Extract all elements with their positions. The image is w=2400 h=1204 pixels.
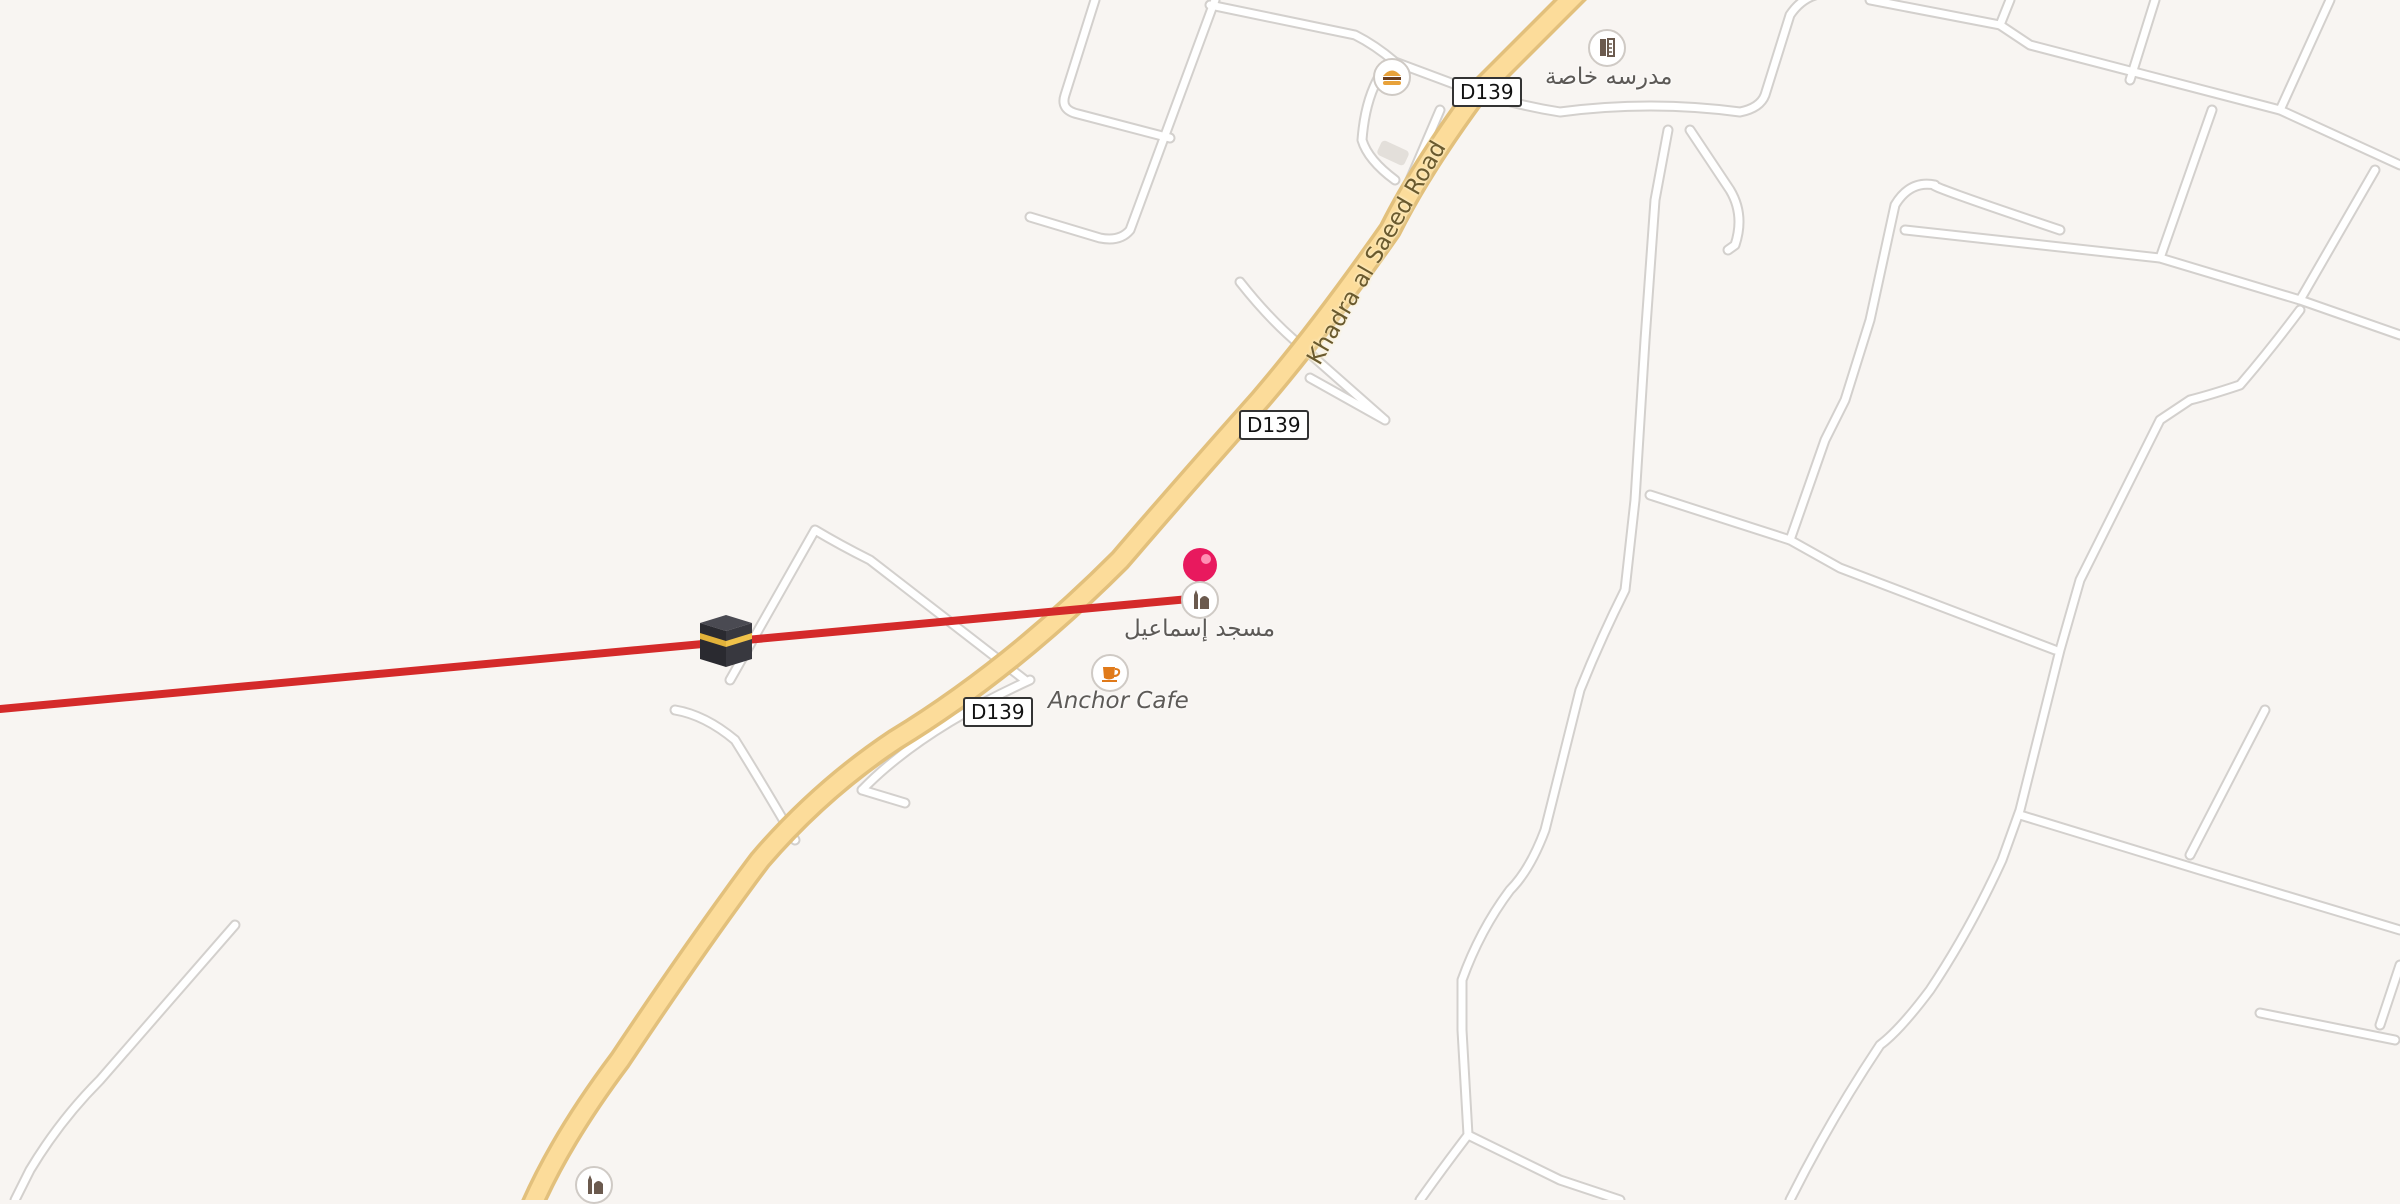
cafe-label: Anchor Cafe: [1048, 688, 1189, 714]
mosque-label: مسجد إسماعيل: [1124, 616, 1276, 642]
burger-icon[interactable]: [1373, 58, 1411, 96]
school-label: مدرسه خاصة: [1545, 64, 1673, 90]
mosque-icon[interactable]: [1181, 581, 1219, 619]
mosque-icon[interactable]: [575, 1166, 613, 1204]
road-shield-d139: D139: [963, 697, 1033, 727]
kaaba-icon[interactable]: [700, 615, 752, 667]
road-shield-d139: D139: [1239, 410, 1309, 440]
cafe-icon[interactable]: [1091, 654, 1129, 692]
school-icon[interactable]: [1588, 29, 1626, 67]
road-shield-d139: D139: [1452, 77, 1522, 107]
